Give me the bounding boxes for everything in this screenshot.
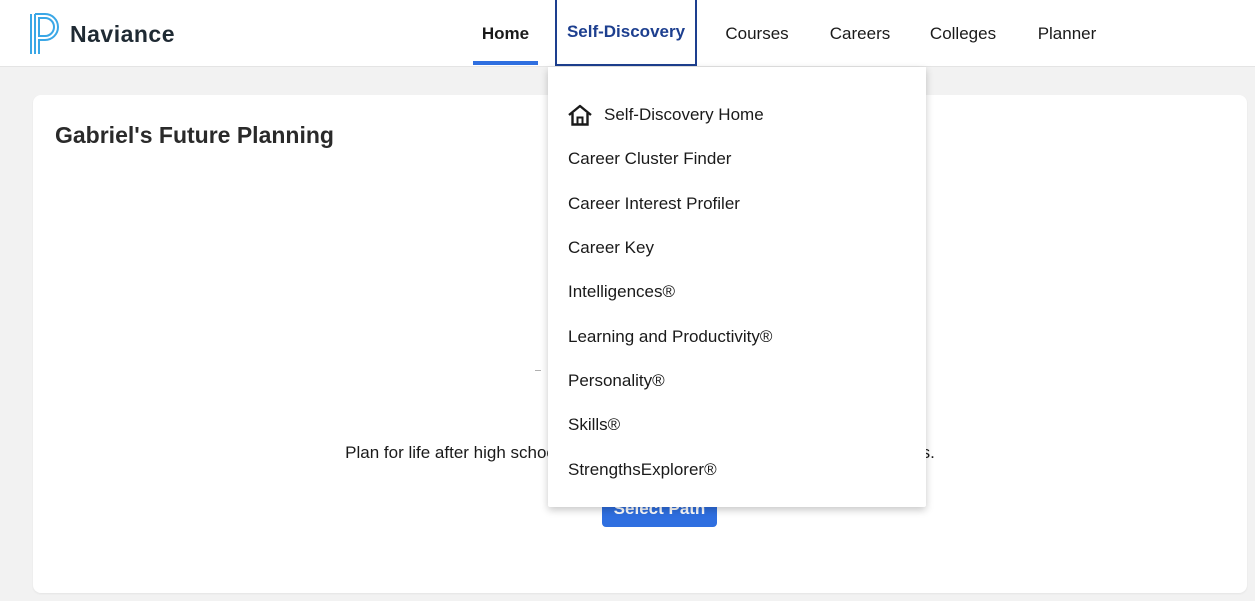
menu-item-career-cluster-finder[interactable]: Career Cluster Finder <box>548 137 926 181</box>
menu-item-skills[interactable]: Skills® <box>548 403 926 447</box>
brand-name: Naviance <box>70 20 176 47</box>
logo[interactable]: Naviance <box>28 12 175 56</box>
menu-item-learning-and-productivity[interactable]: Learning and Productivity® <box>548 314 926 358</box>
menu-item-intelligences[interactable]: Intelligences® <box>548 270 926 314</box>
nav-item-courses[interactable]: Courses <box>714 0 800 67</box>
self-discovery-dropdown-menu: Self-Discovery Home Career Cluster Finde… <box>548 67 926 507</box>
menu-item-strengths-explorer[interactable]: StrengthsExplorer® <box>548 447 926 491</box>
nav-item-self-discovery[interactable]: Self-Discovery <box>555 0 697 66</box>
nav-item-planner[interactable]: Planner <box>1027 0 1107 67</box>
menu-item-personality[interactable]: Personality® <box>548 359 926 403</box>
menu-item-career-interest-profiler[interactable]: Career Interest Profiler <box>548 182 926 226</box>
loading-indicator <box>535 370 541 371</box>
menu-item-label: Self-Discovery Home <box>604 105 764 125</box>
nav-item-careers[interactable]: Careers <box>820 0 900 67</box>
home-icon <box>568 104 592 126</box>
nav-item-colleges[interactable]: Colleges <box>918 0 1008 67</box>
nav-item-home[interactable]: Home <box>473 0 538 67</box>
naviance-logo-icon <box>28 12 62 56</box>
menu-item-career-key[interactable]: Career Key <box>548 226 926 270</box>
top-navigation-bar: Naviance Home Self-Discovery Courses Car… <box>0 0 1255 67</box>
menu-item-self-discovery-home[interactable]: Self-Discovery Home <box>548 93 926 137</box>
card-title: Gabriel's Future Planning <box>55 122 334 148</box>
